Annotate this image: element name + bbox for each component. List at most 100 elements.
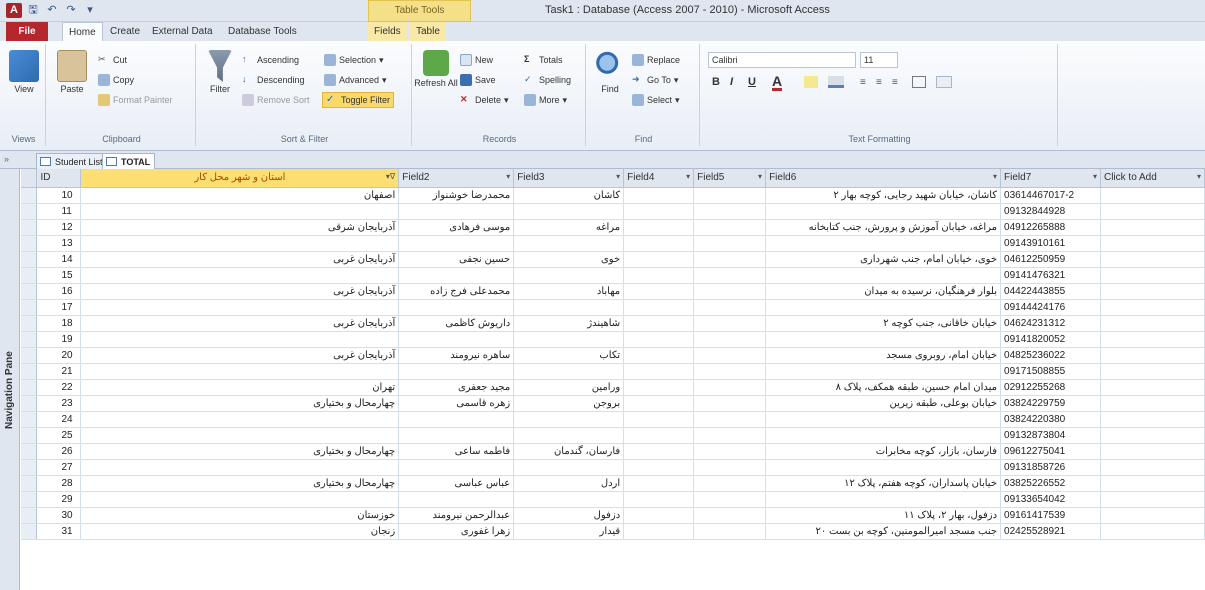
table-row[interactable]: 16 آذربایجان غربی محمدعلی فرج زاده مهاباد بل… — [21, 283, 1205, 300]
table-cell[interactable]: چهارمحال و بختیاری — [80, 395, 400, 412]
table-cell[interactable] — [1100, 267, 1205, 284]
table-cell[interactable]: ورامین — [513, 379, 625, 396]
table-cell[interactable] — [693, 491, 767, 508]
record-selector[interactable] — [21, 395, 38, 412]
table-row[interactable]: 20 آذربایجان غربی ساهره نیرومند تکاب خیابان … — [21, 347, 1205, 364]
table-cell[interactable] — [623, 427, 695, 444]
table-cell[interactable] — [1100, 299, 1205, 316]
table-cell[interactable] — [398, 459, 515, 476]
table-row[interactable]: 29 09133654042 — [21, 491, 1205, 508]
table-cell[interactable] — [513, 459, 625, 476]
record-selector[interactable] — [21, 379, 38, 396]
table-cell[interactable]: فارسان، گندمان — [513, 443, 625, 460]
table-cell[interactable] — [1100, 347, 1205, 364]
table-cell[interactable] — [1100, 395, 1205, 412]
table-cell[interactable] — [398, 203, 515, 220]
table-cell[interactable]: آذربایجان غربی — [80, 251, 400, 268]
table-cell[interactable]: بروجن — [513, 395, 625, 412]
table-cell[interactable] — [623, 235, 695, 252]
table-cell[interactable] — [623, 491, 695, 508]
new-record-button[interactable]: New — [460, 54, 493, 66]
record-selector[interactable] — [21, 219, 38, 236]
table-row[interactable]: 27 09131858726 — [21, 459, 1205, 476]
table-cell[interactable]: 09161417539 — [1000, 507, 1101, 524]
table-cell[interactable]: تهران — [80, 379, 400, 396]
table-cell[interactable] — [623, 363, 695, 380]
table-row[interactable]: 23 چهارمحال و بختیاری زهره قاسمی بروجن خیابا… — [21, 395, 1205, 412]
table-row[interactable]: 13 09143910161 — [21, 235, 1205, 252]
record-selector[interactable] — [21, 283, 38, 300]
paste-button[interactable]: Paste — [50, 50, 94, 94]
table-cell[interactable]: 21 — [36, 363, 82, 380]
record-selector[interactable] — [21, 331, 38, 348]
table-cell[interactable] — [1100, 187, 1205, 204]
table-cell[interactable]: کاشان، خیابان شهید رجایی، کوچه بهار ۲ — [765, 187, 1002, 204]
column-dropdown-icon[interactable]: ▾ — [686, 172, 690, 181]
save-record-button[interactable]: Save — [460, 74, 496, 86]
table-cell[interactable] — [513, 331, 625, 348]
table-cell[interactable]: دزفول، بهار ۲، پلاک ۱۱ — [765, 507, 1002, 524]
table-cell[interactable] — [1100, 219, 1205, 236]
table-cell[interactable]: مهاباد — [513, 283, 625, 300]
table-cell[interactable]: فارسان، بازار، کوچه مخابرات — [765, 443, 1002, 460]
table-cell[interactable]: 03824220380 — [1000, 411, 1101, 428]
table-row[interactable]: 24 03824220380 — [21, 411, 1205, 428]
underline-button[interactable]: U — [748, 76, 756, 88]
table-cell[interactable] — [80, 427, 400, 444]
font-size-combo[interactable]: 11 — [860, 52, 898, 68]
table-cell[interactable]: میدان امام حسین، طبقه همکف، پلاک ۸ — [765, 379, 1002, 396]
table-cell[interactable] — [693, 315, 767, 332]
table-cell[interactable] — [623, 267, 695, 284]
table-cell[interactable]: خیابان بوعلی، طبقه زیرین — [765, 395, 1002, 412]
table-cell[interactable]: 17 — [36, 299, 82, 316]
column-dropdown-icon[interactable]: ▾ — [616, 172, 620, 181]
record-selector[interactable] — [21, 187, 38, 204]
table-cell[interactable]: 03614467017-2 — [1000, 187, 1101, 204]
table-cell[interactable] — [513, 491, 625, 508]
delete-record-button[interactable]: ✕ Delete ▾ — [460, 94, 509, 106]
table-cell[interactable] — [623, 395, 695, 412]
table-cell[interactable]: 04612250959 — [1000, 251, 1101, 268]
table-cell[interactable]: 14 — [36, 251, 82, 268]
align-left-icon[interactable]: ≡ — [860, 77, 866, 88]
table-cell[interactable]: خیابان خاقانی، جنب کوچه ۲ — [765, 315, 1002, 332]
table-cell[interactable] — [1100, 283, 1205, 300]
table-cell[interactable] — [693, 251, 767, 268]
table-cell[interactable] — [1100, 491, 1205, 508]
table-cell[interactable] — [623, 203, 695, 220]
table-cell[interactable] — [693, 347, 767, 364]
tab-create[interactable]: Create — [104, 22, 146, 41]
table-cell[interactable]: 09143910161 — [1000, 235, 1101, 252]
table-cell[interactable]: زنجان — [80, 523, 400, 540]
column-header-field5[interactable]: Field5 ▾ — [693, 169, 767, 188]
record-selector[interactable] — [21, 315, 38, 332]
table-cell[interactable] — [80, 491, 400, 508]
table-cell[interactable]: چهارمحال و بختیاری — [80, 443, 400, 460]
table-cell[interactable]: 30 — [36, 507, 82, 524]
table-cell[interactable] — [1100, 363, 1205, 380]
record-selector[interactable] — [21, 299, 38, 316]
descending-button[interactable]: ↓ Descending — [242, 74, 305, 86]
table-cell[interactable] — [80, 459, 400, 476]
table-cell[interactable] — [765, 411, 1002, 428]
doc-tab-student-list[interactable]: Student List — [36, 153, 108, 169]
table-cell[interactable]: خوی — [513, 251, 625, 268]
table-cell[interactable]: موسی فرهادی — [398, 219, 515, 236]
cut-button[interactable]: ✂ Cut — [98, 54, 127, 66]
table-cell[interactable] — [513, 363, 625, 380]
table-cell[interactable]: 31 — [36, 523, 82, 540]
table-cell[interactable] — [1100, 459, 1205, 476]
table-cell[interactable]: عباس عباسی — [398, 475, 515, 492]
table-cell[interactable]: اردل — [513, 475, 625, 492]
table-row[interactable]: 28 چهارمحال و بختیاری عباس عباسی اردل خیابان… — [21, 475, 1205, 492]
select-button[interactable]: Select ▾ — [632, 94, 680, 106]
table-row[interactable]: 31 زنجان زهرا غفوری قیدار جنب مسجد امیرالموم… — [21, 523, 1205, 540]
font-name-combo[interactable]: Calibri — [708, 52, 856, 68]
table-cell[interactable]: 18 — [36, 315, 82, 332]
undo-icon[interactable]: ↶ — [44, 3, 60, 18]
record-selector[interactable] — [21, 347, 38, 364]
tab-external-data[interactable]: External Data — [146, 22, 219, 41]
toggle-filter-button[interactable]: ✓ Toggle Filter — [322, 92, 395, 108]
table-cell[interactable]: کاشان — [513, 187, 625, 204]
table-cell[interactable] — [1100, 235, 1205, 252]
